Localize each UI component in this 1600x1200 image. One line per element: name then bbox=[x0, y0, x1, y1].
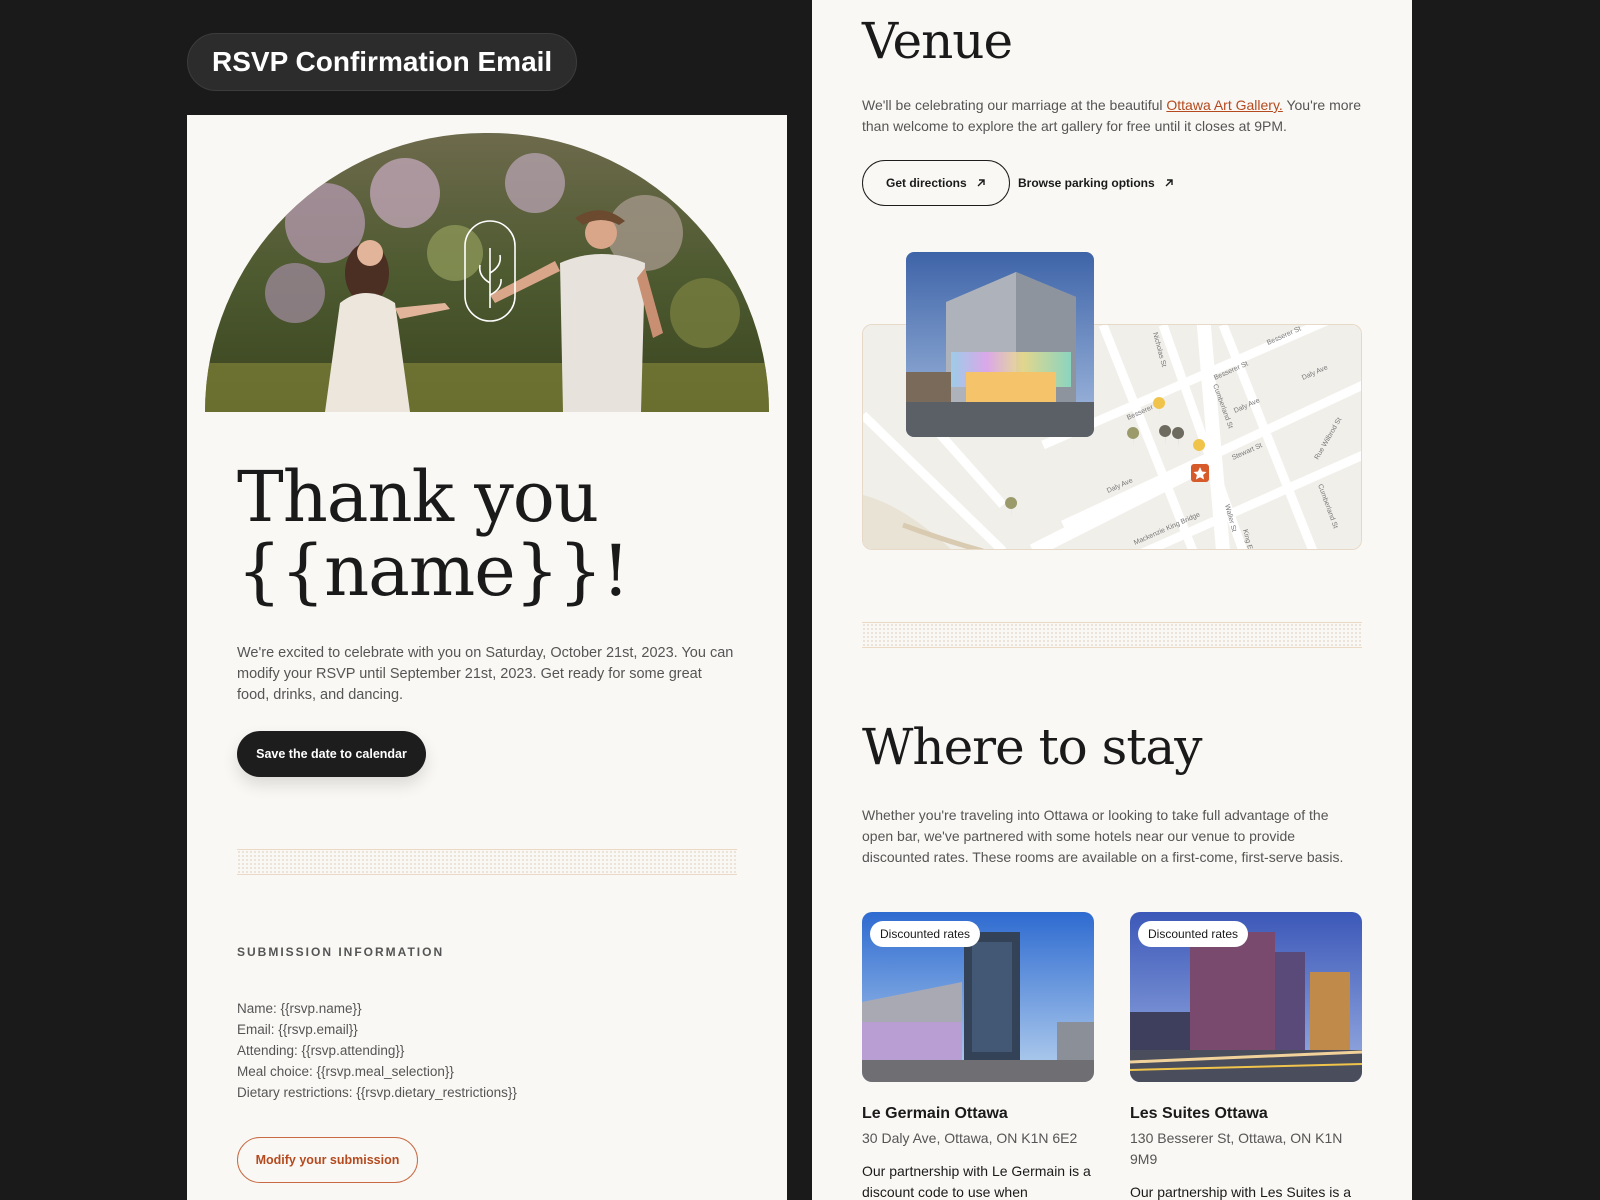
hotel-card-le-germain[interactable]: Discounted rates Le Germain Ottawa 30 Da… bbox=[862, 912, 1094, 1200]
section-divider bbox=[237, 849, 737, 875]
modify-submission-button[interactable]: Modify your submission bbox=[237, 1137, 418, 1183]
where-to-stay-heading: Where to stay bbox=[862, 718, 1202, 776]
venue-star-marker-icon[interactable] bbox=[1191, 464, 1209, 482]
email-right-panel: Venue We'll be celebrating our marriage … bbox=[812, 0, 1412, 1200]
page-title-pill: RSVP Confirmation Email bbox=[187, 33, 578, 91]
submission-meal: Meal choice: {{rsvp.meal_selection}} bbox=[237, 1064, 454, 1079]
hotel-name: Le Germain Ottawa bbox=[862, 1105, 1008, 1122]
submission-name: Name: {{rsvp.name}} bbox=[237, 1001, 362, 1016]
name-placeholder-line: {{name}}! bbox=[237, 530, 630, 612]
hotel-description: Our partnership with Les Suites is a bbox=[1130, 1184, 1351, 1200]
email-left-panel: Thank you {{name}}! We're excited to cel… bbox=[187, 115, 787, 1200]
get-directions-button[interactable]: Get directions bbox=[862, 160, 1011, 206]
arrow-up-right-icon bbox=[977, 179, 985, 187]
submission-attending: Attending: {{rsvp.attending}} bbox=[237, 1043, 405, 1058]
thank-you-heading: Thank you {{name}}! bbox=[237, 460, 757, 608]
arrow-up-right-icon bbox=[1165, 179, 1173, 187]
submission-info-list: Name: {{rsvp.name}} Email: {{rsvp.email}… bbox=[237, 998, 737, 1103]
hotel-address: 130 Besserer St, Ottawa, ON K1N 9M9 bbox=[1130, 1130, 1343, 1167]
browse-parking-button[interactable]: Browse parking options bbox=[1018, 160, 1174, 206]
section-divider bbox=[862, 622, 1362, 648]
submission-info-heading: SUBMISSION INFORMATION bbox=[237, 945, 445, 959]
venue-heading: Venue bbox=[862, 12, 1013, 70]
hero-couple-photo bbox=[205, 133, 769, 412]
browse-parking-label: Browse parking options bbox=[1018, 176, 1155, 190]
save-date-button[interactable]: Save the date to calendar bbox=[237, 731, 426, 777]
discounted-rates-badge: Discounted rates bbox=[1138, 921, 1249, 947]
venue-building-photo bbox=[906, 252, 1094, 437]
submission-dietary: Dietary restrictions: {{rsvp.dietary_res… bbox=[237, 1085, 517, 1100]
submission-email: Email: {{rsvp.email}} bbox=[237, 1022, 358, 1037]
venue-description: We'll be celebrating our marriage at the… bbox=[862, 95, 1362, 137]
get-directions-label: Get directions bbox=[886, 176, 967, 190]
hotel-description: Our partnership with Le Germain is a dis… bbox=[862, 1163, 1091, 1200]
venue-link[interactable]: Ottawa Art Gallery. bbox=[1166, 97, 1282, 113]
where-to-stay-text: Whether you're traveling into Ottawa or … bbox=[862, 807, 1344, 865]
discounted-rates-badge: Discounted rates bbox=[870, 921, 981, 947]
rsvp-intro-text: We're excited to celebrate with you on S… bbox=[237, 645, 734, 703]
hotel-card-les-suites[interactable]: Discounted rates Les Suites Ottawa 130 B… bbox=[1130, 912, 1362, 1200]
thank-you-line: Thank you bbox=[237, 456, 599, 538]
venue-text-before: We'll be celebrating our marriage at the… bbox=[862, 97, 1167, 113]
hotel-address: 30 Daly Ave, Ottawa, ON K1N 6E2 bbox=[862, 1130, 1078, 1146]
hotel-name: Les Suites Ottawa bbox=[1130, 1105, 1268, 1122]
